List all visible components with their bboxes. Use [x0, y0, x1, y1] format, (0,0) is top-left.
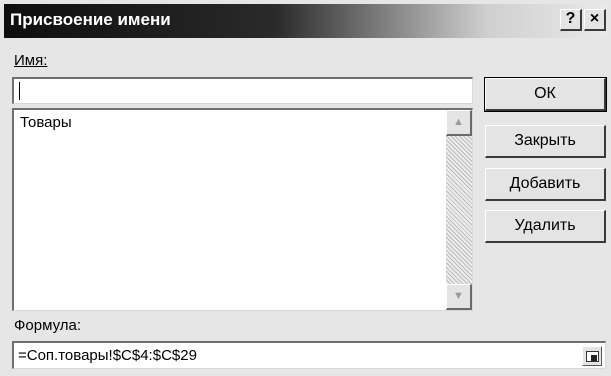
delete-button-label: Удалить — [514, 217, 576, 234]
list-scrollbar[interactable]: ▲ ▼ — [446, 110, 472, 310]
scroll-down-button[interactable]: ▼ — [446, 284, 472, 310]
delete-button[interactable]: Удалить — [485, 210, 606, 243]
add-button[interactable]: Добавить — [485, 168, 606, 201]
names-list[interactable]: Товары ▲ ▼ — [12, 108, 473, 311]
scroll-up-button[interactable]: ▲ — [446, 110, 472, 136]
text-caret — [19, 82, 20, 100]
list-item[interactable]: Товары — [20, 114, 72, 131]
define-name-dialog: Присвоение имени ? × Имя: Товары ▲ ▼ ОК … — [0, 0, 611, 376]
help-icon: ? — [565, 10, 576, 27]
name-label-text: Имя: — [14, 52, 48, 69]
formula-input[interactable]: =Соп.товары!$C$4:$C$29 — [12, 341, 606, 369]
ok-button[interactable]: ОК — [484, 77, 607, 112]
name-input[interactable] — [12, 77, 473, 104]
title-bar[interactable]: Присвоение имени ? × — [4, 4, 607, 38]
formula-label: Формула: — [14, 317, 81, 334]
collapse-dialog-button[interactable] — [582, 346, 602, 366]
close-window-button[interactable]: × — [584, 9, 606, 31]
name-label: Имя: — [14, 52, 47, 69]
triangle-up-icon: ▲ — [453, 116, 464, 128]
window-title: Присвоение имени — [10, 10, 171, 29]
close-icon: × — [589, 10, 600, 27]
add-button-label: Добавить — [509, 175, 581, 192]
help-button[interactable]: ? — [560, 9, 582, 31]
close-button[interactable]: Закрыть — [485, 125, 606, 158]
formula-value: =Соп.товары!$C$4:$C$29 — [18, 347, 197, 364]
triangle-down-icon: ▼ — [453, 290, 464, 302]
formula-label-text: Формула: — [14, 317, 82, 334]
